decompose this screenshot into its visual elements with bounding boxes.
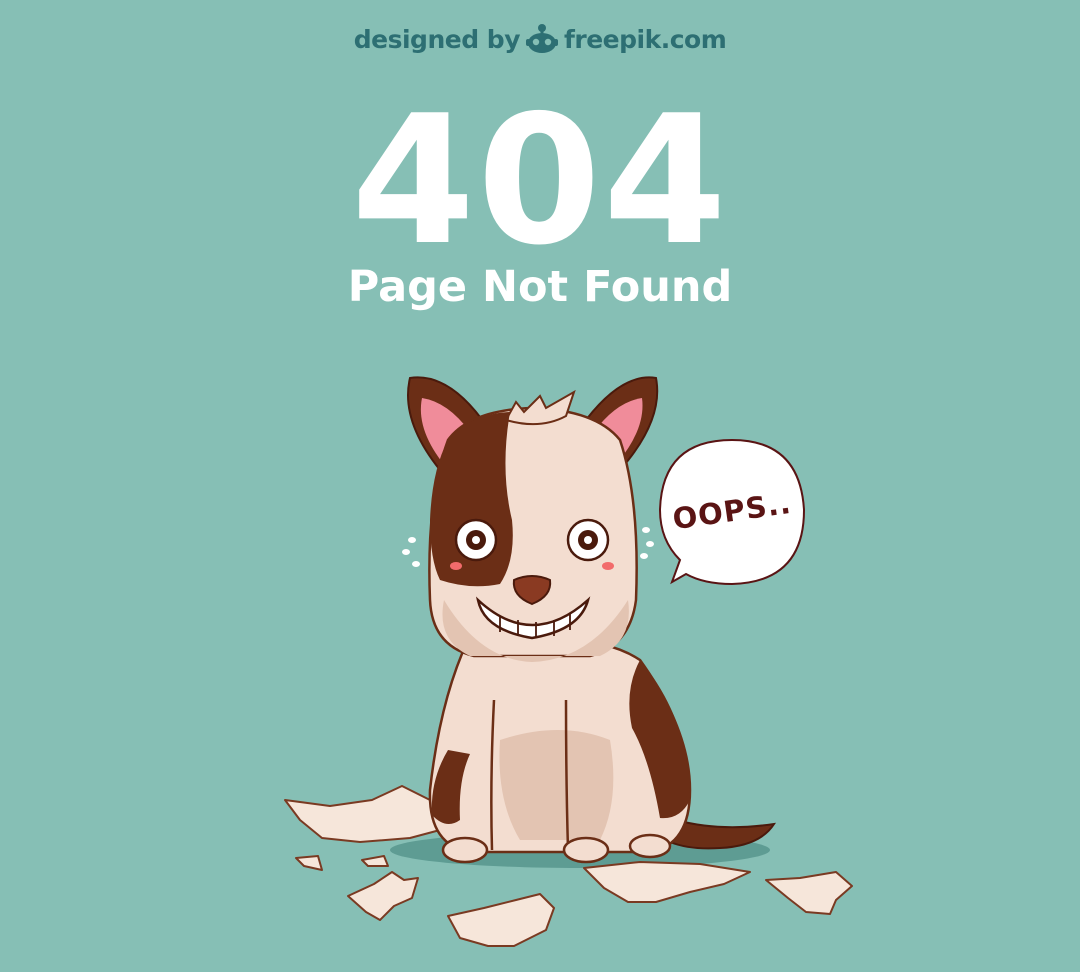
- dog-paw-right: [562, 836, 610, 864]
- paper-piece: [583, 861, 751, 903]
- dog-chest: [499, 730, 614, 840]
- dog-paw-left: [441, 836, 489, 864]
- paper-piece: [765, 871, 853, 915]
- dog-illustration: [284, 376, 853, 947]
- dog-cheek-right: [602, 562, 614, 570]
- dog-back-paw: [628, 833, 672, 859]
- paper-piece: [347, 871, 419, 921]
- paper-piece: [361, 855, 389, 867]
- dog-cheek-left: [450, 562, 462, 570]
- paper-piece: [447, 893, 555, 947]
- paper-piece: [284, 785, 441, 843]
- paper-piece: [295, 855, 323, 871]
